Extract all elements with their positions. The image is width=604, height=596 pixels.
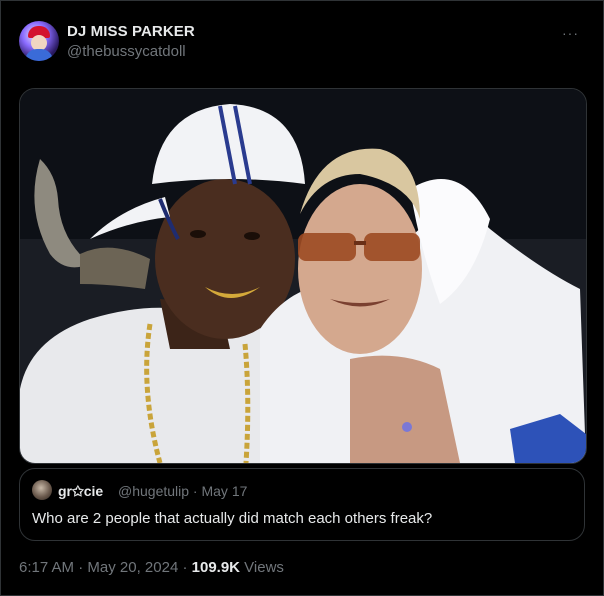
tweet-date[interactable]: May 20, 2024 <box>87 559 178 576</box>
man-eye-left <box>190 230 206 238</box>
quoted-tweet[interactable]: gr✩cie @hugetulip · May 17 Who are 2 peo… <box>19 468 585 541</box>
quoted-tweet-text: Who are 2 people that actually did match… <box>32 510 433 527</box>
views-count: 109.9K <box>191 559 241 576</box>
sunglasses-bridge <box>354 241 366 245</box>
footer-separator: · <box>74 559 88 576</box>
quoted-author-avatar[interactable] <box>32 480 52 500</box>
tweet-photo[interactable] <box>19 88 587 464</box>
tweet-time[interactable]: 6:17 AM <box>19 559 74 576</box>
avatar-body-shape <box>25 49 53 61</box>
tweet-card: DJ MISS PARKER @thebussycatdoll ··· gr✩c… <box>0 0 604 596</box>
author-handle[interactable]: @thebussycatdoll <box>67 43 186 60</box>
quoted-author-name[interactable]: gr✩cie <box>58 483 103 500</box>
tweet-header: DJ MISS PARKER @thebussycatdoll ··· <box>19 21 585 63</box>
more-options-icon[interactable]: ··· <box>562 25 579 41</box>
photo-illustration <box>20 89 586 463</box>
sunglasses-left <box>298 233 356 261</box>
footer-separator: · <box>178 559 192 576</box>
woman-face <box>298 184 422 354</box>
author-display-name[interactable]: DJ MISS PARKER <box>67 23 195 40</box>
sunglasses-right <box>364 233 420 261</box>
man-eye-right <box>244 232 260 240</box>
author-avatar[interactable] <box>19 21 59 61</box>
tweet-footer: 6:17 AM · May 20, 2024 · 109.9K Views <box>19 559 284 576</box>
quoted-author-meta: @hugetulip · May 17 <box>118 483 248 499</box>
views-label: Views <box>240 559 284 576</box>
pendant <box>402 422 412 432</box>
